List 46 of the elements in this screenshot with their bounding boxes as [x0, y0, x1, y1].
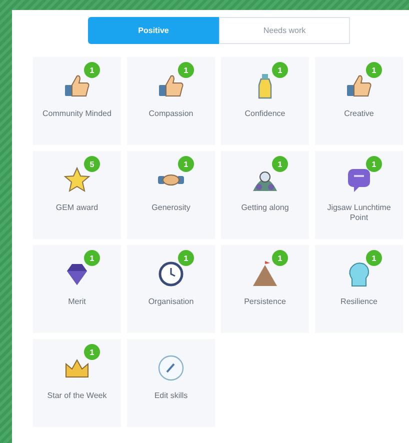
skill-label: Creative — [343, 109, 375, 120]
skill-card[interactable]: 1 Organisation — [127, 245, 215, 333]
skill-card[interactable]: Edit skills — [127, 339, 215, 427]
count-badge: 1 — [84, 62, 100, 78]
skill-label: Resilience — [340, 297, 378, 308]
skill-label: GEM award — [54, 203, 100, 214]
count-badge: 1 — [178, 156, 194, 172]
skill-card[interactable]: 1 Resilience — [315, 245, 403, 333]
skill-label: Jigsaw Lunchtime Point — [326, 203, 392, 224]
skill-label: Edit skills — [153, 391, 189, 402]
skill-card[interactable]: 1 Persistence — [221, 245, 309, 333]
count-badge: 5 — [84, 156, 100, 172]
mountain-icon — [250, 259, 280, 289]
count-badge: 1 — [366, 250, 382, 266]
skill-card[interactable]: 5 GEM award — [33, 151, 121, 239]
skill-card[interactable]: 1 Merit — [33, 245, 121, 333]
count-badge: 1 — [272, 250, 288, 266]
skill-label: Community Minded — [42, 109, 112, 120]
count-badge: 1 — [366, 62, 382, 78]
skill-card[interactable]: 1 Jigsaw Lunchtime Point — [315, 151, 403, 239]
clock-icon — [156, 259, 186, 289]
skill-card[interactable]: 1 Confidence — [221, 57, 309, 145]
skill-label: Persistence — [243, 297, 287, 308]
skill-card[interactable]: 1 Community Minded — [33, 57, 121, 145]
skill-card[interactable]: 1 Star of the Week — [33, 339, 121, 427]
tab[interactable]: Positive — [88, 17, 219, 44]
count-badge: 1 — [272, 156, 288, 172]
skill-card[interactable]: 1 Compassion — [127, 57, 215, 145]
pencil-icon — [156, 353, 186, 383]
count-badge: 1 — [178, 62, 194, 78]
skill-label: Confidence — [244, 109, 286, 120]
skill-label: Compassion — [148, 109, 194, 120]
skill-card[interactable]: 1 Generosity — [127, 151, 215, 239]
skill-label: Organisation — [147, 297, 195, 308]
tab[interactable]: Needs work — [219, 17, 350, 44]
skill-label: Merit — [67, 297, 87, 308]
count-badge: 1 — [84, 344, 100, 360]
skill-label: Star of the Week — [46, 391, 108, 402]
count-badge: 1 — [84, 250, 100, 266]
count-badge: 1 — [178, 250, 194, 266]
skill-card[interactable]: 1 Creative — [315, 57, 403, 145]
skill-label: Getting along — [240, 203, 290, 214]
skill-label: Generosity — [150, 203, 192, 214]
count-badge: 1 — [272, 62, 288, 78]
skill-card[interactable]: 1 Getting along — [221, 151, 309, 239]
count-badge: 1 — [366, 156, 382, 172]
